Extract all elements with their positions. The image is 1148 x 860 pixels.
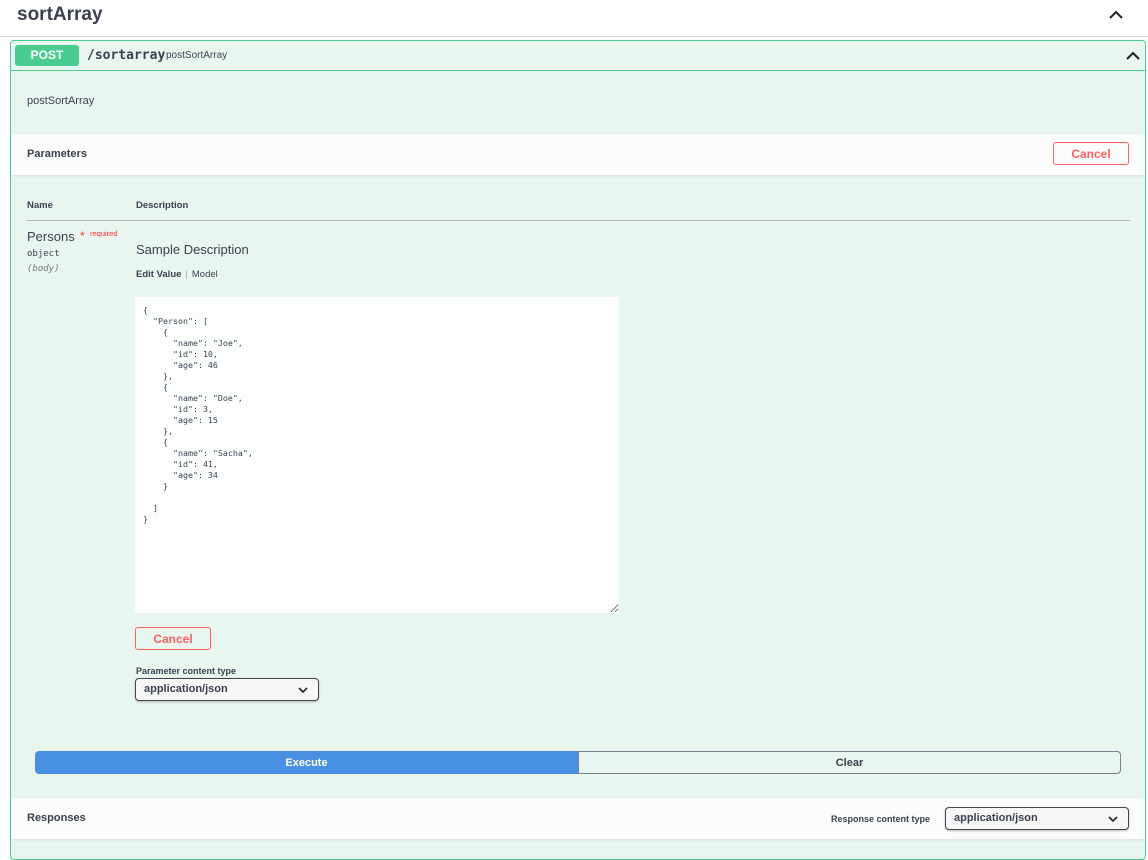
- param-name: Persons: [27, 229, 75, 244]
- response-content-type-value: application/json: [954, 812, 1038, 824]
- tag-title: sortArray: [17, 4, 103, 25]
- chevron-up-icon[interactable]: [1107, 6, 1125, 24]
- body-cancel-button[interactable]: Cancel: [135, 627, 211, 650]
- response-content-type-label: Response content type: [831, 814, 931, 824]
- chevron-down-icon: [1108, 816, 1118, 823]
- operation-summary[interactable]: POST /sortarray postSortArray: [11, 41, 1145, 71]
- tab-edit-value[interactable]: Edit Value: [136, 269, 181, 280]
- col-header-name: Name: [27, 200, 53, 211]
- execute-button[interactable]: Execute: [35, 751, 578, 774]
- operation-path: /sortarray: [87, 48, 166, 63]
- clear-button[interactable]: Clear: [578, 751, 1121, 774]
- tab-model[interactable]: Model: [192, 269, 218, 280]
- parameters-title: Parameters: [27, 148, 87, 160]
- try-out-cancel-button[interactable]: Cancel: [1053, 142, 1129, 165]
- body-param-editor[interactable]: [135, 297, 619, 613]
- param-content-type-label: Parameter content type: [136, 666, 237, 676]
- method-badge: POST: [15, 45, 79, 66]
- param-description: Sample Description: [136, 242, 249, 257]
- required-star: *: [80, 229, 85, 243]
- response-content-type-select[interactable]: application/json: [945, 807, 1129, 830]
- col-header-description: Description: [136, 200, 189, 211]
- tab-separator: |: [185, 269, 188, 280]
- param-content-type-value: application/json: [144, 683, 228, 695]
- operation-description: postSortArray: [27, 95, 95, 107]
- param-type: object: [27, 249, 60, 259]
- body-tabs: Edit Value | Model: [136, 269, 218, 280]
- operation-id: postSortArray: [166, 50, 228, 61]
- required-label: required: [90, 229, 118, 238]
- operation-block: POST /sortarray postSortArray postSortAr…: [10, 40, 1146, 860]
- parameters-header: Parameters Cancel: [11, 134, 1145, 175]
- param-location: (body): [27, 264, 60, 274]
- tag-header[interactable]: sortArray: [0, 0, 1148, 37]
- chevron-up-icon[interactable]: [1125, 48, 1141, 64]
- header-divider: [27, 220, 1130, 221]
- responses-title: Responses: [27, 812, 86, 824]
- chevron-down-icon: [298, 687, 308, 694]
- param-content-type-select[interactable]: application/json: [135, 678, 319, 701]
